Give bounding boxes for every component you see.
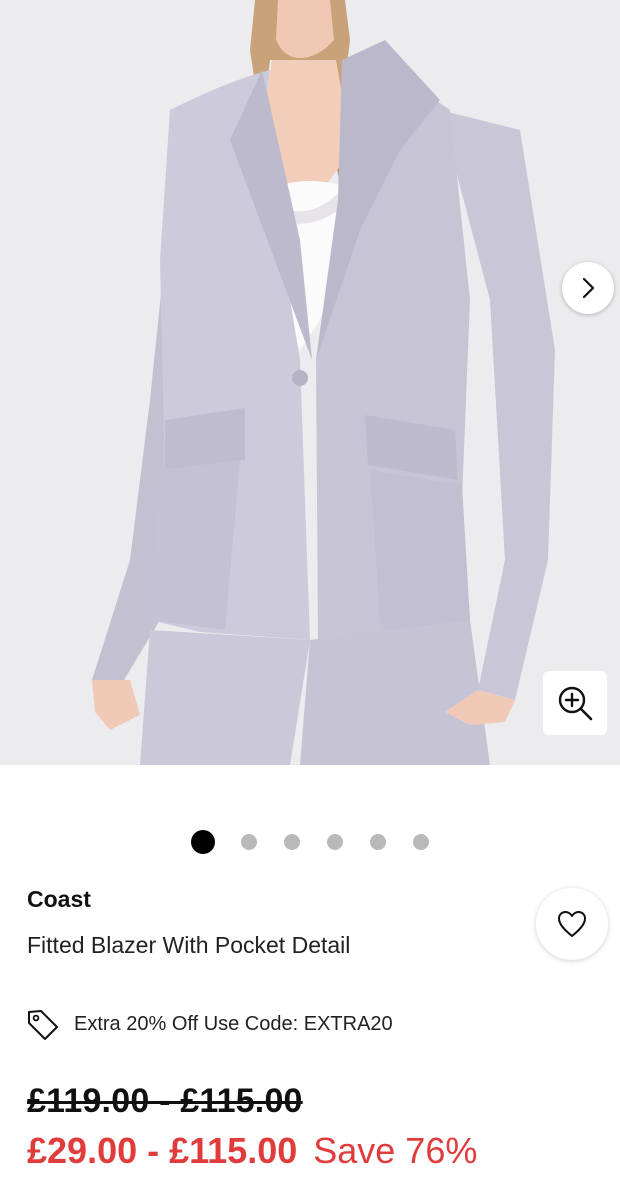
original-price: £119.00 - £115.00 [27,1082,303,1120]
gallery-pagination [0,830,620,854]
product-photo [0,0,620,765]
price-tag-icon [28,1010,58,1040]
wishlist-button[interactable] [536,888,608,960]
pagination-dot-5[interactable] [370,834,386,850]
chevron-right-icon [582,277,595,299]
pagination-dot-1[interactable] [191,830,215,854]
product-name: Fitted Blazer With Pocket Detail [27,932,351,958]
promo-text: Extra 20% Off Use Code: EXTRA20 [74,1012,393,1035]
product-image-gallery[interactable] [0,0,620,765]
pagination-dot-3[interactable] [284,834,300,850]
heart-outline-icon [558,911,586,937]
pagination-dot-6[interactable] [413,834,429,850]
sale-price-row: £29.00 - £115.00 Save 76% [27,1130,477,1172]
sale-price: £29.00 - £115.00 [27,1130,298,1171]
zoom-button[interactable] [543,671,607,735]
savings-label: Save 76% [313,1130,478,1171]
next-image-button[interactable] [562,262,614,314]
zoom-in-icon [558,686,593,721]
pagination-dot-2[interactable] [241,834,257,850]
pagination-dot-4[interactable] [327,834,343,850]
promo-banner: Extra 20% Off Use Code: EXTRA20 [26,1006,393,1042]
product-brand[interactable]: Coast [27,886,91,913]
